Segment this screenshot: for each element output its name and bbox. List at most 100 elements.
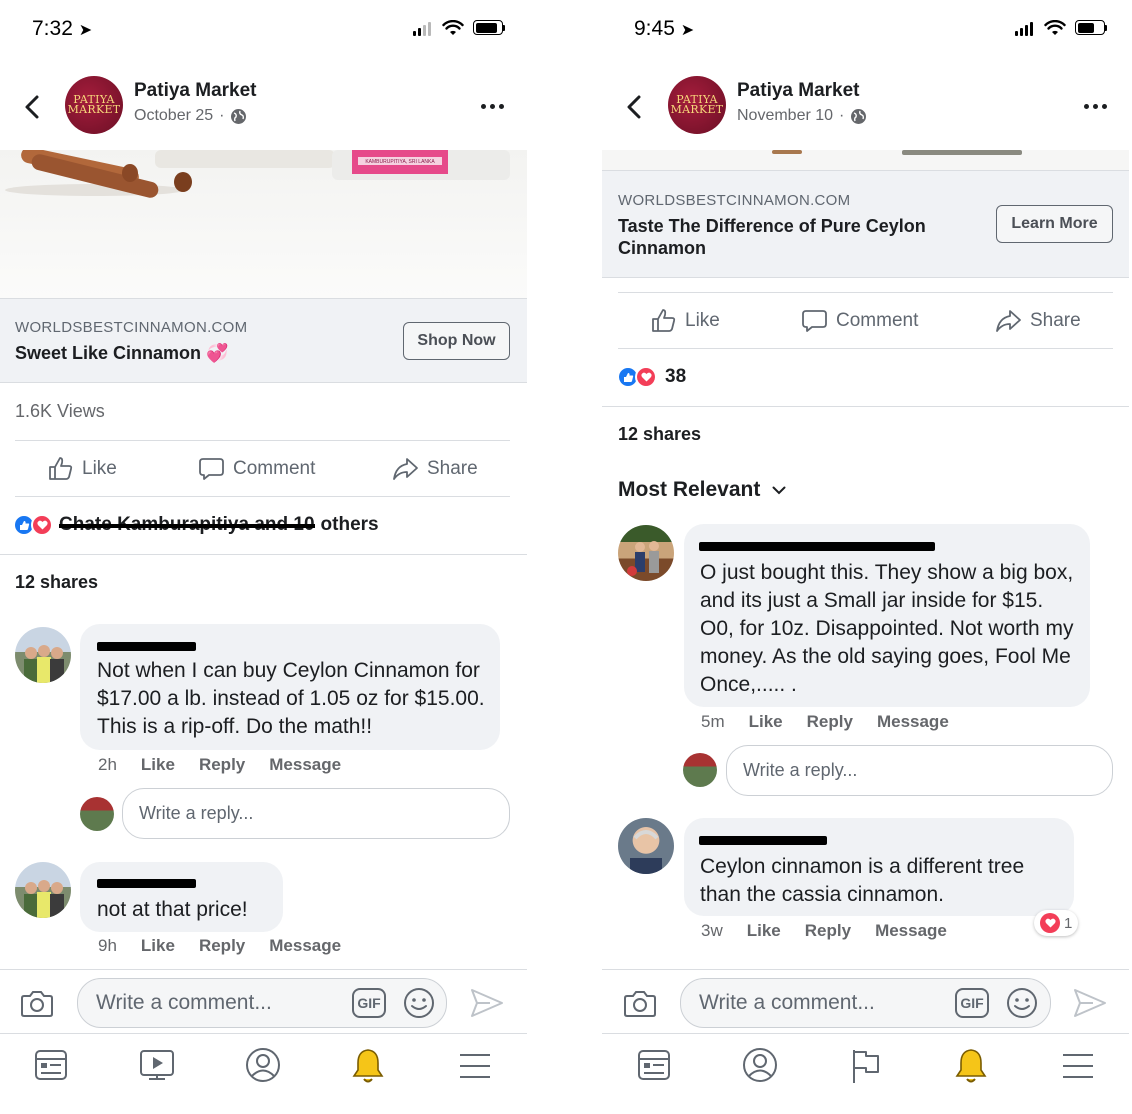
profile-icon[interactable]: [245, 1047, 281, 1083]
camera-icon[interactable]: [623, 988, 657, 1018]
comment-input[interactable]: Write a comment...: [680, 978, 1051, 1028]
location-arrow-icon: ➤: [680, 22, 695, 39]
page-name[interactable]: Patiya Market: [737, 80, 860, 102]
page-name[interactable]: Patiya Market: [134, 80, 257, 102]
comment-bubble[interactable]: O just bought this. They show a big box,…: [684, 524, 1090, 707]
comment-composer: Write a comment... GIF: [602, 969, 1129, 1033]
camera-icon[interactable]: [20, 988, 54, 1018]
comment-reply-link[interactable]: Reply: [805, 921, 851, 941]
learn-more-button[interactable]: Learn More: [996, 205, 1113, 243]
reply-input[interactable]: Write a reply...: [122, 788, 510, 839]
comment-bubble[interactable]: not at that price!: [80, 862, 283, 932]
status-time: 7:32 ➤: [32, 17, 92, 41]
comment-message-link[interactable]: Message: [269, 755, 341, 775]
commenter-avatar[interactable]: [15, 627, 71, 683]
comment-input[interactable]: Write a comment...: [77, 978, 447, 1028]
commenter-avatar[interactable]: [618, 818, 674, 874]
send-icon[interactable]: [1073, 987, 1107, 1019]
thumbs-up-icon: [652, 309, 676, 332]
divider: [15, 496, 510, 497]
battery-icon: [473, 20, 505, 35]
profile-icon[interactable]: [742, 1047, 778, 1083]
share-button[interactable]: Share: [995, 307, 1081, 334]
menu-hamburger-icon[interactable]: [458, 1051, 492, 1081]
more-options-icon[interactable]: [1084, 104, 1107, 109]
comment-meta: 5m Like Reply Message: [701, 712, 949, 732]
reactors-names-redacted: Chate Kamburapitiya and 10: [59, 514, 315, 536]
shop-now-button[interactable]: Shop Now: [403, 322, 510, 360]
link-preview[interactable]: WORLDSBESTCINNAMON.COM Taste The Differe…: [602, 170, 1129, 278]
gif-icon[interactable]: GIF: [352, 988, 386, 1018]
wifi-icon: [1044, 20, 1066, 35]
share-button[interactable]: Share: [392, 455, 478, 482]
comment-bubble[interactable]: Ceylon cinnamon is a different tree than…: [684, 818, 1074, 916]
pages-flag-icon[interactable]: [850, 1047, 882, 1085]
love-reaction-icon: [1040, 913, 1060, 933]
comment-sort-dropdown[interactable]: Most Relevant: [618, 478, 786, 502]
shares-count[interactable]: 12 shares: [15, 572, 98, 593]
comment-reply-link[interactable]: Reply: [807, 712, 853, 732]
comment-like-link[interactable]: Like: [749, 712, 783, 732]
comment-time: 3w: [701, 921, 723, 940]
share-arrow-icon: [393, 458, 418, 480]
product-image[interactable]: KAMBURUPITIYA, SRI LANKA: [0, 150, 527, 298]
chevron-down-icon: [772, 486, 786, 494]
page-avatar-logo[interactable]: PATIYA MARKET: [65, 76, 123, 134]
page-avatar-logo[interactable]: PATIYA MARKET: [668, 76, 726, 134]
back-chevron-icon[interactable]: [624, 94, 644, 120]
right-screenshot: 9:45 ➤ PATIYA MARKET Patiya Market Novem…: [602, 0, 1130, 1114]
comment-message-link[interactable]: Message: [875, 921, 947, 941]
comment-button[interactable]: Comment: [801, 307, 918, 334]
thumbs-up-icon: [49, 457, 73, 480]
cinnamon-sticks-illustration: KAMBURUPITIYA, SRI LANKA: [5, 150, 510, 198]
like-button[interactable]: Like: [650, 307, 720, 334]
signal-icon: [413, 22, 431, 36]
notifications-bell-icon[interactable]: [954, 1047, 988, 1085]
comment-reaction-count: 1: [1064, 914, 1073, 932]
comment-button[interactable]: Comment: [198, 455, 315, 482]
comment-reply-link[interactable]: Reply: [199, 936, 245, 956]
comment-like-link[interactable]: Like: [141, 755, 175, 775]
globe-icon: [851, 108, 867, 124]
comment-message-link[interactable]: Message: [877, 712, 949, 732]
menu-hamburger-icon[interactable]: [1061, 1051, 1095, 1081]
comment-message-link[interactable]: Message: [269, 936, 341, 956]
reactions-count: 38: [665, 366, 687, 387]
notifications-bell-icon[interactable]: [351, 1047, 385, 1085]
wifi-icon: [442, 20, 464, 35]
product-image[interactable]: [602, 150, 1129, 170]
back-chevron-icon[interactable]: [22, 94, 42, 120]
emoji-icon[interactable]: [1006, 987, 1038, 1019]
comment-author-redacted[interactable]: [699, 542, 935, 551]
comment-like-link[interactable]: Like: [141, 936, 175, 956]
comment-reply-link[interactable]: Reply: [199, 755, 245, 775]
link-title: Sweet Like Cinnamon 💞: [15, 343, 229, 363]
status-time: 9:45 ➤: [634, 17, 694, 41]
commenter-avatar[interactable]: [15, 862, 71, 918]
like-button[interactable]: Like: [47, 455, 117, 482]
emoji-icon[interactable]: [403, 987, 435, 1019]
comment-bubble[interactable]: Not when I can buy Ceylon Cinnamon for $…: [80, 624, 500, 750]
shares-count[interactable]: 12 shares: [618, 424, 701, 445]
comment-author-redacted[interactable]: [97, 879, 196, 888]
comment-reaction-badge[interactable]: 1: [1034, 910, 1079, 936]
news-feed-icon[interactable]: [34, 1048, 68, 1082]
post-date: November 10 ·: [737, 107, 867, 125]
gif-icon[interactable]: GIF: [955, 988, 989, 1018]
comment-like-link[interactable]: Like: [747, 921, 781, 941]
link-preview[interactable]: WORLDSBESTCINNAMON.COM Sweet Like Cinnam…: [0, 298, 527, 383]
divider: [602, 406, 1129, 407]
news-feed-icon[interactable]: [637, 1048, 671, 1082]
comment-author-redacted[interactable]: [97, 642, 196, 651]
reactions-summary[interactable]: 38: [617, 366, 686, 388]
reactions-summary[interactable]: Chate Kamburapitiya and 10 others: [13, 514, 379, 536]
watch-video-icon[interactable]: [139, 1048, 175, 1082]
divider: [618, 292, 1113, 293]
commenter-avatar[interactable]: [618, 525, 674, 581]
comment-author-redacted[interactable]: [699, 836, 827, 845]
send-icon[interactable]: [470, 987, 504, 1019]
more-options-icon[interactable]: [481, 104, 504, 109]
comment-time: 2h: [98, 755, 117, 774]
comment-bubble-icon: [199, 458, 224, 480]
reply-input[interactable]: Write a reply...: [726, 745, 1113, 796]
